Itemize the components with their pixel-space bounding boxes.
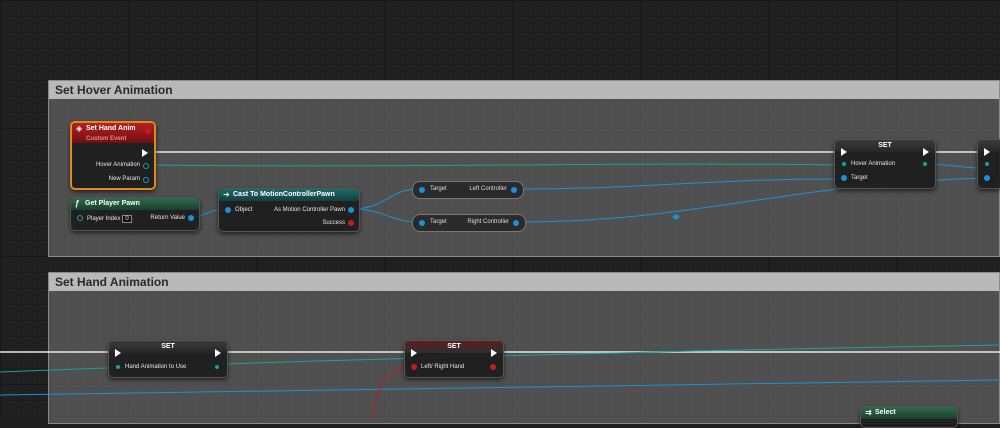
success-pin-label: Success <box>322 220 345 226</box>
cast-arrow-icon: ➜ <box>223 190 230 199</box>
node-title: Cast To MotionControllerPawn <box>233 191 335 198</box>
exec-in-pin[interactable] <box>984 148 990 156</box>
target-pin[interactable] <box>841 175 847 181</box>
data-wire <box>145 163 845 167</box>
select-icon: ⇉ <box>865 408 872 417</box>
exec-out-pin[interactable] <box>491 349 497 357</box>
node-title: Get Player Pawn <box>85 200 140 207</box>
player-index-pin[interactable] <box>77 215 83 221</box>
node-title: Select <box>875 409 896 416</box>
data-wire <box>351 208 419 223</box>
player-index-row: Player Index 0 <box>87 215 132 223</box>
left-right-pin-label: Left/ Right Hand <box>421 364 465 370</box>
hand-animation-pin-label: Hand Animation to Use <box>125 364 187 370</box>
target-pin[interactable] <box>419 187 425 193</box>
data-wire <box>515 178 845 190</box>
node-title: SET <box>109 341 227 353</box>
data-wire <box>0 379 1000 396</box>
target-pin-label: Target <box>430 186 447 192</box>
left-controller-pin[interactable] <box>511 187 517 193</box>
target-pin[interactable] <box>984 175 990 181</box>
delegate-pin-icon[interactable] <box>145 128 151 134</box>
hover-animation-out-pin[interactable] <box>923 162 927 166</box>
exec-in-pin[interactable] <box>841 148 847 156</box>
target-pin[interactable] <box>419 220 425 226</box>
return-value-pin[interactable] <box>188 215 194 221</box>
hand-animation-out-pin[interactable] <box>215 365 219 369</box>
right-controller-getter[interactable]: Target Right Controller <box>412 214 526 232</box>
node-header: ⇉ Select <box>861 407 957 419</box>
set-hover-node[interactable]: SET Hover Animation Target <box>834 139 936 189</box>
data-wire <box>371 365 409 420</box>
object-pin[interactable] <box>225 207 231 213</box>
object-pin-label: Object <box>235 207 253 213</box>
cast-node[interactable]: ➜ Cast To MotionControllerPawn Object As… <box>218 188 360 232</box>
exec-in-pin[interactable] <box>411 349 417 357</box>
left-right-out-pin[interactable] <box>490 364 496 370</box>
hover-animation-pin-label: Hover Animation <box>851 161 896 167</box>
left-controller-getter[interactable]: Target Left Controller <box>412 181 524 199</box>
hover-animation-in-pin[interactable] <box>842 162 846 166</box>
left-controller-label: Left Controller <box>469 186 507 192</box>
player-index-input[interactable]: 0 <box>122 215 132 223</box>
value-in-pin[interactable] <box>985 162 989 166</box>
node-title: SET <box>835 140 935 152</box>
hover-animation-pin-label: Hover Animation <box>95 162 140 168</box>
function-icon: ƒ <box>75 199 80 208</box>
player-index-label: Player Index <box>87 216 121 222</box>
node-header: ƒ Get Player Pawn <box>71 198 199 210</box>
exec-out-pin[interactable] <box>215 349 221 357</box>
new-param-pin[interactable] <box>143 177 149 183</box>
node-header: ◈ Set Hand Anim Custom Event <box>72 123 154 143</box>
as-pawn-pin-label: As Motion Controller Pawn <box>273 207 345 213</box>
node-header: ➜ Cast To MotionControllerPawn <box>219 189 359 201</box>
offscreen-set-node[interactable] <box>977 139 1000 189</box>
target-pin-label: Target <box>851 175 868 181</box>
right-controller-label: Right Controller <box>467 219 509 225</box>
data-wire <box>351 188 419 210</box>
return-value-label: Return Value <box>150 215 185 221</box>
event-diamond-icon: ◈ <box>76 124 83 133</box>
target-pin-label: Target <box>430 219 447 225</box>
exec-out-pin[interactable] <box>923 148 929 156</box>
node-title: Set Hand Anim <box>86 125 136 132</box>
custom-event-node[interactable]: ◈ Set Hand Anim Custom Event Hover Anima… <box>70 121 156 190</box>
exec-in-pin[interactable] <box>115 349 121 357</box>
exec-out-pin[interactable] <box>142 149 148 157</box>
node-subtitle: Custom Event <box>86 136 127 142</box>
new-param-pin-label: New Param <box>108 176 140 182</box>
hover-animation-pin[interactable] <box>143 163 149 169</box>
left-right-in-pin[interactable] <box>411 364 417 370</box>
success-pin[interactable] <box>348 220 354 226</box>
set-left-right-node[interactable]: SET Left/ Right Hand <box>404 340 504 378</box>
reroute-knot[interactable] <box>672 214 680 220</box>
get-player-pawn-node[interactable]: ƒ Get Player Pawn Player Index 0 Return V… <box>70 197 200 231</box>
right-controller-pin[interactable] <box>513 220 519 226</box>
select-node[interactable]: ⇉ Select <box>860 406 958 428</box>
set-hand-animation-node[interactable]: SET Hand Animation to Use <box>108 340 228 378</box>
as-pawn-pin[interactable] <box>348 207 354 213</box>
hand-animation-in-pin[interactable] <box>116 365 120 369</box>
node-title: SET <box>405 341 503 353</box>
